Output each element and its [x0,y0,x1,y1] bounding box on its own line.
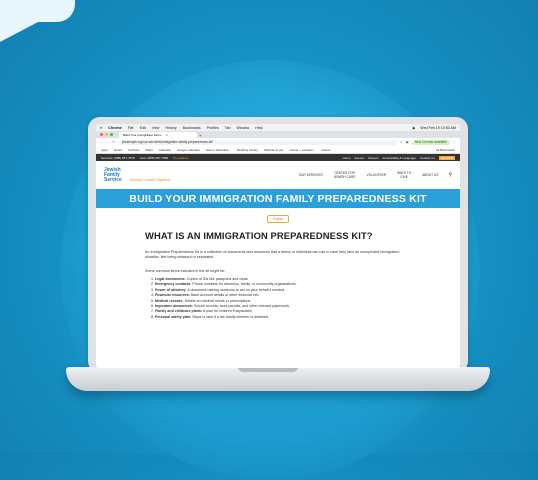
site-tagline: Moving Forward Together [129,178,171,182]
forward-icon[interactable]: → [106,140,109,144]
laptop-screen: ● Chrome File Edit View History Bookmark… [96,124,460,368]
list-intro: Some common items included in the kit mi… [145,269,226,273]
bookmark-item[interactable]: Grants [321,148,330,152]
corner-decoration [0,0,75,22]
locations-link[interactable]: 5 Locations [173,156,188,160]
kit-items-list: Legal documents: Copies of IDs like pass… [145,277,415,320]
nav-ways-to-give[interactable]: WAYS TO GIVE [396,171,412,179]
utility-link-careers[interactable]: Careers [368,156,379,160]
address-bar[interactable]: jewishnyfs.org/our-services/immigration-… [118,139,397,145]
wifi-icon[interactable]: ◉ [412,126,415,130]
utility-link-accessibility[interactable]: Accessibility & Language [383,156,416,160]
list-item: Personal safety plan: Steps to take if a… [155,315,415,320]
intro-paragraph: An Immigration Preparedness Kit is a col… [145,250,400,259]
main-nav: OUR SERVICES CENTER FOR JEWISH CARE VOLU… [299,171,452,179]
back-icon[interactable]: ← [100,140,103,144]
language-selector[interactable]: English [267,215,289,223]
address-row: ← → ↻ jewishnyfs.org/our-services/immigr… [96,138,460,146]
bookmark-item[interactable]: How to Schedule... [206,148,231,152]
utility-link-events[interactable]: Events [355,156,364,160]
url-text: jewishnyfs.org/our-services/immigration-… [122,140,213,144]
nav-center-jewish-care[interactable]: CENTER FOR JEWISH CARE [333,171,357,179]
donate-button[interactable]: DONATE [438,155,455,160]
tab-title: Build Your Immigration Fami... [123,133,164,137]
site-utility-strip: Services: (888) 687-7878 Give: (888) 687… [96,154,460,161]
menu-kebab-icon[interactable]: ⋮ [453,140,456,144]
new-tab-icon[interactable]: + [199,133,201,138]
menu-history[interactable]: History [166,126,177,130]
services-phone[interactable]: Services: (888) 687-7878 [101,156,135,160]
menu-edit[interactable]: Edit [140,126,146,130]
menu-view[interactable]: View [152,126,160,130]
menu-bookmarks[interactable]: Bookmarks [183,126,201,130]
hero-banner: BUILD YOUR IMMIGRATION FAMILY PREPAREDNE… [96,189,460,208]
bookmark-item[interactable]: Reading Library [237,148,258,152]
bookmark-item[interactable]: Gmail [114,148,122,152]
site-logo[interactable]: Jewish Family Service [104,167,122,183]
bookmark-item[interactable]: Google Calendar [177,148,200,152]
bookmark-item[interactable]: Website to Vet [264,148,283,152]
browser-tab-bar: Build Your Immigration Fami... × + [96,131,460,138]
menu-tab[interactable]: Tab [225,126,231,130]
apple-icon[interactable]: ● [100,126,102,130]
utility-link-home[interactable]: Home [343,156,351,160]
bookmark-item[interactable]: Career + Leaders... [289,148,315,152]
give-phone[interactable]: Give: (888) 687-7888 [140,156,168,160]
menu-profiles[interactable]: Profiles [207,126,219,130]
page-heading: WHAT IS AN IMMIGRATION PREPAREDNESS KIT? [145,230,373,241]
all-bookmarks[interactable]: All Bookmarks [436,148,455,152]
utility-link-contact[interactable]: Contact Us [420,156,435,160]
extensions-icon[interactable]: ▦ [406,140,409,144]
menu-file[interactable]: File [128,126,134,130]
update-button[interactable]: New Chrome available [411,139,450,145]
nav-about-us[interactable]: ABOUT US [422,173,438,177]
reload-icon[interactable]: ↻ [112,140,115,144]
site-header: Jewish Family Service Moving Forward Tog… [96,161,460,189]
nav-our-services[interactable]: OUR SERVICES [299,173,323,177]
browser-tab[interactable]: Build Your Immigration Fami... × [119,132,197,138]
app-name[interactable]: Chrome [108,126,122,130]
minimize-window-icon[interactable] [105,133,108,136]
bookmark-item[interactable]: Calendar [159,148,171,152]
menu-window[interactable]: Window [236,126,249,130]
nav-volunteer[interactable]: VOLUNTEER [367,173,386,177]
clock[interactable]: Wed Feb 19 10:53 AM [420,126,456,130]
search-icon[interactable]: ⚲ [448,172,452,178]
hero-title: BUILD YOUR IMMIGRATION FAMILY PREPAREDNE… [129,192,427,205]
bookmark-item[interactable]: Apps [101,148,108,152]
bookmark-item[interactable]: YouTube [128,148,140,152]
star-icon[interactable]: ☆ [400,140,403,144]
main-content: WHAT IS AN IMMIGRATION PREPAREDNESS KIT?… [96,223,415,320]
os-menu-bar: ● Chrome File Edit View History Bookmark… [96,124,460,131]
logo-line: Service [104,176,122,183]
maximize-window-icon[interactable] [110,133,113,136]
menu-help[interactable]: Help [255,126,262,130]
bookmark-item[interactable]: Maps [145,148,152,152]
close-window-icon[interactable] [100,133,103,136]
window-controls [100,131,113,138]
tab-close-icon[interactable]: × [166,133,168,137]
bookmarks-bar: Apps Gmail YouTube Maps Calendar Google … [96,146,460,154]
